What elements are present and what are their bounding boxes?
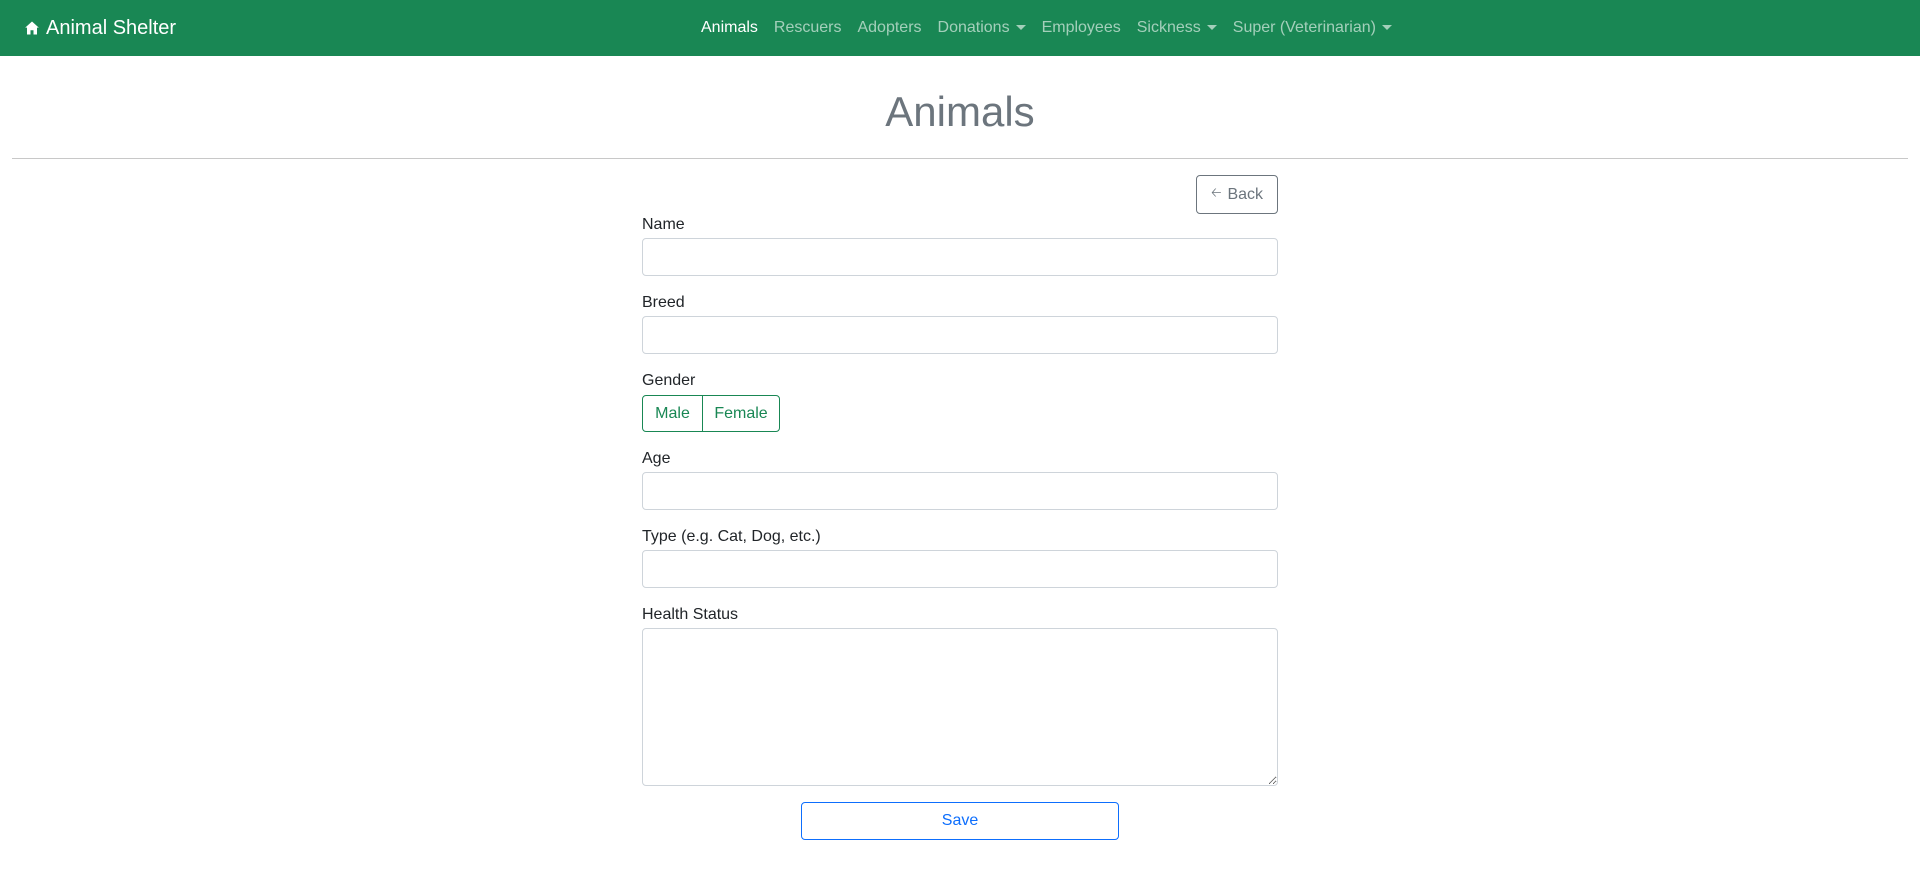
gender-toggle-group: Male Female [642,395,780,432]
home-icon [25,21,39,35]
page-title: Animals [885,88,1035,135]
gender-label: Gender [642,372,696,389]
age-input[interactable] [642,472,1278,510]
nav-item-employees[interactable]: Employees [1034,19,1129,37]
caret-down-icon [1381,24,1392,30]
nav-item-label: Animals [701,19,758,36]
nav-item-label: Donations [937,19,1010,36]
nav-item-super[interactable]: Super (Veterinarian) [1225,19,1400,37]
health-status-label: Health Status [642,606,739,623]
nav-item-donations[interactable]: Donations [930,19,1034,37]
top-navbar: Animal Shelter Animals Rescuers Adopters… [0,0,1920,56]
breed-label: Breed [642,294,685,311]
main-nav: Animals Rescuers Adopters Donations Empl… [693,0,1400,56]
type-label: Type (e.g. Cat, Dog, etc.) [642,528,821,545]
nav-item-label: Sickness [1136,19,1201,36]
nav-item-label: Rescuers [773,19,842,36]
nav-item-label: Adopters [857,19,922,36]
nav-item-animals[interactable]: Animals [693,19,766,37]
brand-link[interactable]: Animal Shelter [24,0,176,56]
nav-item-label: Super (Veterinarian) [1232,19,1376,36]
name-input[interactable] [642,238,1278,276]
back-button[interactable]: 🡠 Back [1196,175,1278,214]
nav-item-rescuers[interactable]: Rescuers [766,19,850,37]
health-status-textarea[interactable] [642,628,1278,786]
arrow-left-icon: 🡠 [1210,184,1222,200]
breed-input[interactable] [642,316,1278,354]
gender-male-toggle[interactable]: Male [642,395,703,432]
brand-label: Animal Shelter [46,16,177,39]
nav-item-adopters[interactable]: Adopters [849,19,929,37]
name-label: Name [642,216,685,233]
nav-item-sickness[interactable]: Sickness [1129,19,1225,37]
back-button-label: Back [1227,185,1264,203]
header-divider [12,158,1908,159]
save-button[interactable]: Save [801,802,1119,840]
gender-female-toggle[interactable]: Female [702,395,780,432]
nav-item-label: Employees [1041,19,1121,36]
caret-down-icon [1206,24,1217,30]
caret-down-icon [1015,24,1026,30]
age-label: Age [642,450,671,467]
type-input[interactable] [642,550,1278,588]
